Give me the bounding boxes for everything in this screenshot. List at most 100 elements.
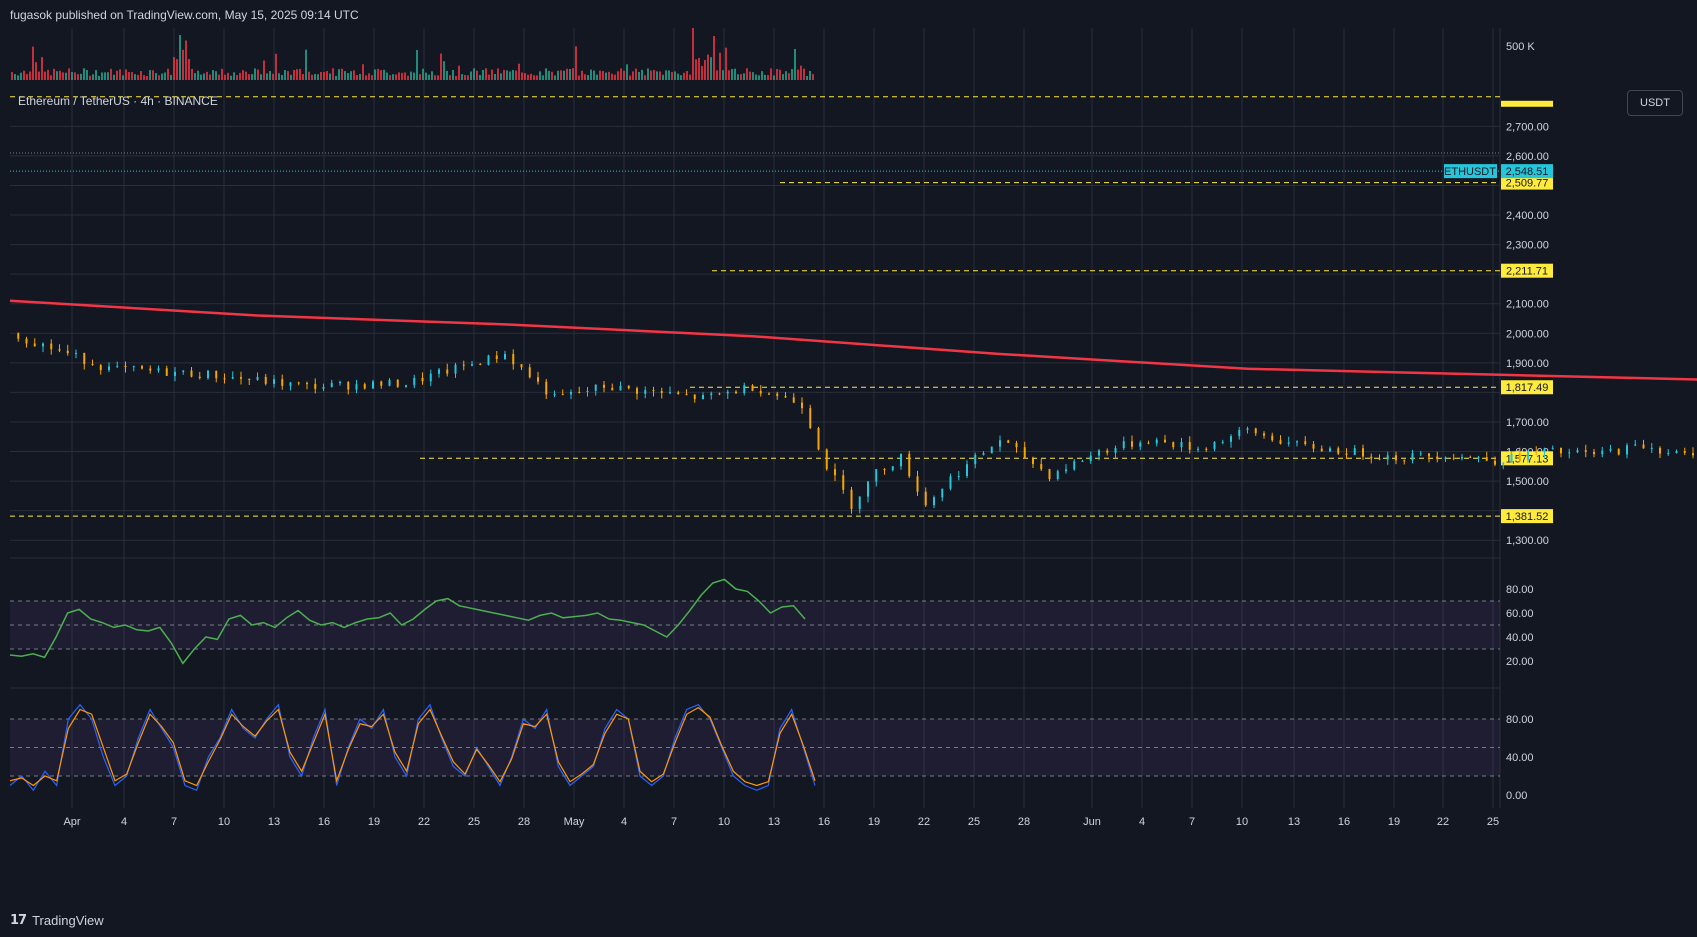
- volume-bar: [86, 70, 88, 80]
- candle-body: [636, 388, 638, 394]
- volume-bar: [464, 75, 466, 80]
- volume-bar: [746, 68, 748, 80]
- volume-bar: [548, 70, 550, 80]
- volume-bar: [428, 74, 430, 80]
- volume-bar: [383, 69, 385, 80]
- candle-body: [1551, 447, 1554, 449]
- level-label: 1,817.49: [1506, 382, 1549, 394]
- candle-body: [1098, 450, 1100, 456]
- candle-body: [1197, 448, 1199, 450]
- candle-body: [743, 385, 746, 394]
- volume-bar: [479, 74, 481, 80]
- candle-body: [817, 427, 820, 450]
- volume-bar: [167, 68, 169, 80]
- volume-bar: [281, 75, 283, 80]
- candle-body: [149, 368, 152, 371]
- volume-bar: [119, 69, 121, 80]
- currency-button[interactable]: USDT: [1627, 90, 1683, 116]
- volume-bar: [461, 74, 463, 80]
- volume-bar: [116, 70, 118, 80]
- volume-bar: [554, 75, 556, 80]
- candle-body: [1023, 447, 1026, 459]
- volume-bar: [221, 68, 223, 80]
- volume-bar: [245, 71, 247, 80]
- volume-bar: [131, 72, 133, 80]
- candle-body: [322, 386, 325, 389]
- volume-bar: [329, 73, 331, 80]
- stoch-tick-label: 40.00: [1506, 752, 1534, 764]
- volume-bar: [737, 74, 739, 80]
- stoch-tick-label: 80.00: [1506, 714, 1534, 726]
- volume-bar: [500, 73, 502, 80]
- candle-body: [306, 383, 308, 385]
- volume-bar: [302, 74, 304, 80]
- volume-bar: [53, 68, 55, 80]
- price-tick-label: 2,100.00: [1506, 299, 1549, 311]
- candle-body: [231, 377, 234, 379]
- volume-bar: [17, 75, 19, 80]
- volume-bar: [410, 71, 412, 80]
- volume-bar: [293, 69, 295, 80]
- candle-body: [1601, 450, 1604, 455]
- volume-bar: [629, 75, 631, 80]
- volume-bar: [749, 71, 751, 80]
- candle-body: [1139, 442, 1142, 447]
- x-tick-label: 19: [868, 816, 880, 828]
- x-tick-label: 25: [468, 816, 480, 828]
- volume-bar: [545, 68, 547, 80]
- volume-bar: [566, 68, 568, 80]
- candle-body: [834, 469, 836, 476]
- candle-body: [124, 365, 127, 368]
- volume-bar: [623, 70, 625, 80]
- volume-bar: [365, 75, 367, 80]
- candle-body: [1626, 445, 1628, 455]
- volume-bar: [284, 70, 286, 80]
- candle-body: [850, 489, 853, 509]
- candle-body: [784, 396, 787, 398]
- volume-bar: [692, 28, 694, 80]
- level-label: 1,381.52: [1506, 511, 1549, 523]
- candle-body: [1254, 428, 1257, 434]
- volume-bar: [650, 70, 652, 80]
- candle-body: [1485, 457, 1488, 461]
- candle-body: [174, 371, 176, 376]
- volume-bar: [140, 71, 142, 80]
- candle-body: [1419, 453, 1422, 455]
- candle-body: [578, 391, 581, 393]
- candle-body: [982, 453, 985, 455]
- volume-bar: [347, 73, 349, 80]
- volume-bar: [110, 68, 112, 80]
- candle-body: [611, 387, 614, 391]
- volume-bar: [563, 70, 565, 80]
- tradingview-logo[interactable]: 17 TradingView: [10, 913, 104, 928]
- volume-bar: [626, 64, 628, 80]
- candle-body: [454, 364, 457, 374]
- candle-body: [1683, 450, 1686, 454]
- price-tick-label: 1,700.00: [1506, 417, 1549, 429]
- volume-bar: [209, 74, 211, 80]
- volume-bar: [317, 74, 319, 80]
- volume-bar: [728, 70, 730, 80]
- volume-bar: [128, 72, 130, 80]
- volume-bar: [668, 70, 670, 80]
- candle-body: [380, 381, 383, 386]
- candle-body: [809, 408, 812, 428]
- candle-body: [446, 369, 449, 374]
- candle-body: [421, 377, 424, 382]
- candle-body: [768, 393, 770, 395]
- candle-body: [1345, 453, 1348, 455]
- candle-body: [1221, 441, 1224, 443]
- volume-bar: [698, 57, 700, 80]
- candle-body: [751, 385, 754, 391]
- chart-canvas[interactable]: Apr 4 7 10 13 16 19 22 25 28 May 4 7 10 13 16 19 22 25 28 Ju…: [0, 0, 1697, 937]
- volume-bar: [605, 72, 607, 80]
- symbol-label[interactable]: Ethereum / TetherUS · 4h · BINANCE: [18, 94, 218, 108]
- volume-bar: [662, 74, 664, 80]
- volume-bar: [671, 71, 673, 80]
- volume-bar: [794, 48, 796, 80]
- volume-bar: [707, 54, 709, 80]
- volume-bar: [590, 69, 592, 80]
- candle-body: [1518, 453, 1521, 460]
- volume-bar: [773, 75, 775, 80]
- candle-body: [512, 353, 515, 365]
